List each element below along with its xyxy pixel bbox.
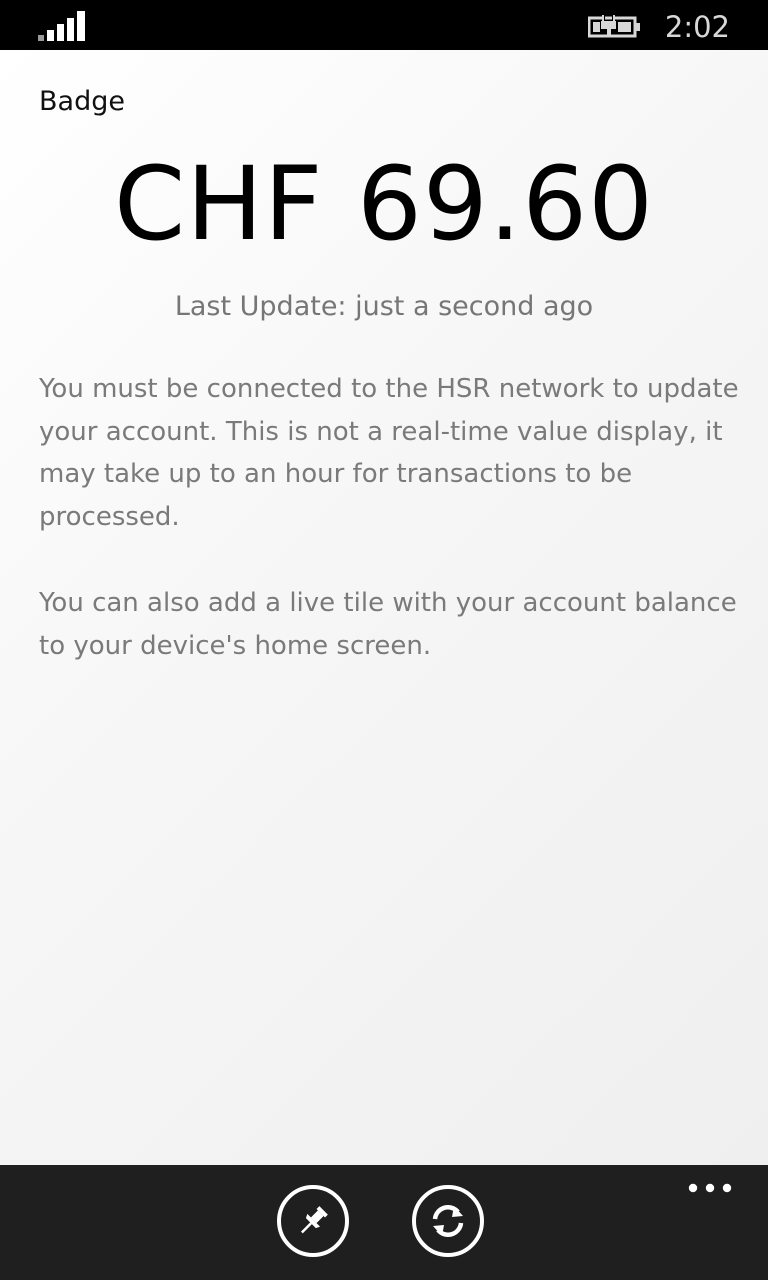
app-bar	[0, 1165, 768, 1280]
refresh-icon	[432, 1204, 464, 1238]
status-time: 2:02	[664, 10, 730, 44]
live-tile-info-text: You can also add a live tile with your a…	[39, 588, 737, 661]
pin-button[interactable]	[277, 1185, 349, 1257]
more-dots-icon[interactable]	[688, 1183, 732, 1193]
last-update-text: Last Update: just a second ago	[174, 291, 594, 322]
network-info-text: You must be connected to the HSR network…	[39, 374, 739, 532]
page-title: Badge	[39, 86, 125, 117]
status-bar: 2:02	[0, 0, 768, 50]
battery-charging-icon	[588, 14, 640, 38]
balance-amount: CHF 69.60	[113, 145, 655, 264]
refresh-button[interactable]	[412, 1185, 484, 1257]
signal-strength-icon	[38, 11, 85, 41]
pin-icon	[300, 1206, 328, 1234]
